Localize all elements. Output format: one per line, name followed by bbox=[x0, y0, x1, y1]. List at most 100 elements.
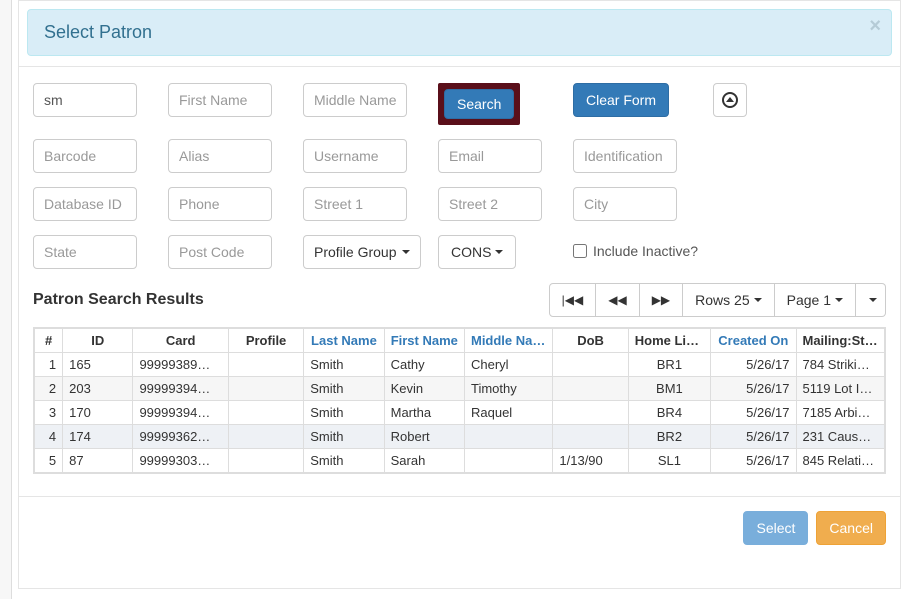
table-cell: 5/26/17 bbox=[711, 401, 796, 425]
email-input[interactable] bbox=[438, 139, 542, 173]
table-cell: Cheryl bbox=[464, 353, 552, 377]
table-cell: BR1 bbox=[628, 353, 710, 377]
table-cell: Smith bbox=[304, 377, 384, 401]
col-home-library[interactable]: Home Library bbox=[628, 329, 710, 353]
street1-input[interactable] bbox=[303, 187, 407, 221]
post-code-input[interactable] bbox=[168, 235, 272, 269]
caret-down-icon bbox=[869, 298, 877, 302]
table-cell: 174 bbox=[63, 425, 133, 449]
col-middle-name[interactable]: Middle Name bbox=[464, 329, 552, 353]
table-row[interactable]: 220399999394…SmithKevinTimothyBM15/26/17… bbox=[35, 377, 885, 401]
select-button[interactable]: Select bbox=[743, 511, 808, 545]
modal-title: Select Patron bbox=[44, 22, 152, 42]
first-name-input[interactable] bbox=[168, 83, 272, 117]
page-number-dropdown[interactable]: Page 1 bbox=[775, 283, 856, 317]
alias-input[interactable] bbox=[168, 139, 272, 173]
select-patron-modal: Select Patron × Search Clear Form bbox=[18, 0, 901, 589]
results-title: Patron Search Results bbox=[33, 291, 549, 309]
org-dropdown[interactable]: CONS bbox=[438, 235, 516, 269]
table-cell: 1/13/90 bbox=[553, 449, 628, 473]
table-row[interactable]: 417499999362…SmithRobertBR25/26/17231 Ca… bbox=[35, 425, 885, 449]
middle-name-input[interactable] bbox=[303, 83, 407, 117]
table-cell: Smith bbox=[304, 425, 384, 449]
col-created-on[interactable]: Created On bbox=[711, 329, 796, 353]
table-row[interactable]: 317099999394…SmithMarthaRaquelBR45/26/17… bbox=[35, 401, 885, 425]
table-cell: 845 Relati… bbox=[796, 449, 885, 473]
pager-first-button[interactable]: |◀◀ bbox=[549, 283, 597, 317]
table-cell bbox=[228, 353, 303, 377]
table-cell: Smith bbox=[304, 353, 384, 377]
pager-next-button[interactable]: ▶▶ bbox=[640, 283, 683, 317]
caret-down-icon bbox=[495, 250, 503, 254]
table-cell: Martha bbox=[384, 401, 464, 425]
table-cell: 5/26/17 bbox=[711, 425, 796, 449]
table-cell: 1 bbox=[35, 353, 63, 377]
org-label: CONS bbox=[451, 244, 491, 260]
last-name-input[interactable] bbox=[33, 83, 137, 117]
table-cell: 99999303… bbox=[133, 449, 228, 473]
cancel-button[interactable]: Cancel bbox=[816, 511, 886, 545]
table-cell bbox=[553, 377, 628, 401]
table-cell: 3 bbox=[35, 401, 63, 425]
barcode-input[interactable] bbox=[33, 139, 137, 173]
col-last-name[interactable]: Last Name bbox=[304, 329, 384, 353]
next-page-icon: ▶▶ bbox=[652, 294, 670, 306]
col-card[interactable]: Card bbox=[133, 329, 228, 353]
table-header-row: # ID Card Profile Last Name First Name M… bbox=[35, 329, 885, 353]
table-cell bbox=[464, 425, 552, 449]
username-input[interactable] bbox=[303, 139, 407, 173]
table-cell: 170 bbox=[63, 401, 133, 425]
table-cell bbox=[228, 377, 303, 401]
table-cell: 5/26/17 bbox=[711, 449, 796, 473]
identification-input[interactable] bbox=[573, 139, 677, 173]
table-cell: Kevin bbox=[384, 377, 464, 401]
col-dob[interactable]: DoB bbox=[553, 329, 628, 353]
table-cell: 2 bbox=[35, 377, 63, 401]
grid-settings-dropdown[interactable] bbox=[856, 283, 886, 317]
table-cell: 231 Caus… bbox=[796, 425, 885, 449]
results-table: # ID Card Profile Last Name First Name M… bbox=[34, 328, 885, 473]
table-row[interactable]: 116599999389…SmithCathyCherylBR15/26/177… bbox=[35, 353, 885, 377]
col-profile[interactable]: Profile bbox=[228, 329, 303, 353]
clear-form-button[interactable]: Clear Form bbox=[573, 83, 669, 117]
pager-prev-button[interactable]: ◀◀ bbox=[596, 283, 639, 317]
search-button-highlight: Search bbox=[438, 83, 520, 125]
profile-group-dropdown[interactable]: Profile Group bbox=[303, 235, 421, 269]
table-cell: BR2 bbox=[628, 425, 710, 449]
search-button[interactable]: Search bbox=[444, 89, 514, 119]
table-cell: 99999362… bbox=[133, 425, 228, 449]
close-icon[interactable]: × bbox=[869, 16, 881, 36]
arrow-up-circle-icon bbox=[722, 92, 738, 108]
table-row[interactable]: 58799999303… SmithSarah 1/13/90SL15/26/178… bbox=[35, 449, 885, 473]
caret-down-icon bbox=[835, 298, 843, 302]
city-input[interactable] bbox=[573, 187, 677, 221]
table-cell: 5/26/17 bbox=[711, 377, 796, 401]
phone-input[interactable] bbox=[168, 187, 272, 221]
pager: |◀◀ ◀◀ ▶▶ Rows 25 Page 1 bbox=[549, 283, 886, 317]
col-mailing[interactable]: Mailing:Street1 bbox=[796, 329, 885, 353]
table-cell bbox=[228, 401, 303, 425]
table-cell: BR4 bbox=[628, 401, 710, 425]
col-num[interactable]: # bbox=[35, 329, 63, 353]
state-input[interactable] bbox=[33, 235, 137, 269]
table-cell: Sarah bbox=[384, 449, 464, 473]
table-cell bbox=[464, 449, 552, 473]
table-cell: 5 bbox=[35, 449, 63, 473]
table-cell: Smith bbox=[304, 449, 384, 473]
table-cell bbox=[228, 425, 303, 449]
street2-input[interactable] bbox=[438, 187, 542, 221]
table-cell: 784 Striki… bbox=[796, 353, 885, 377]
modal-footer: Select Cancel bbox=[19, 496, 900, 559]
database-id-input[interactable] bbox=[33, 187, 137, 221]
col-first-name[interactable]: First Name bbox=[384, 329, 464, 353]
rows-per-page-dropdown[interactable]: Rows 25 bbox=[683, 283, 774, 317]
rows-label: Rows 25 bbox=[695, 292, 749, 308]
include-inactive-checkbox[interactable] bbox=[573, 244, 587, 258]
page-label: Page 1 bbox=[787, 292, 831, 308]
collapse-toggle-button[interactable] bbox=[713, 83, 747, 117]
table-cell: Raquel bbox=[464, 401, 552, 425]
col-id[interactable]: ID bbox=[63, 329, 133, 353]
table-cell: SL1 bbox=[628, 449, 710, 473]
table-cell bbox=[553, 401, 628, 425]
table-cell: 87 bbox=[63, 449, 133, 473]
